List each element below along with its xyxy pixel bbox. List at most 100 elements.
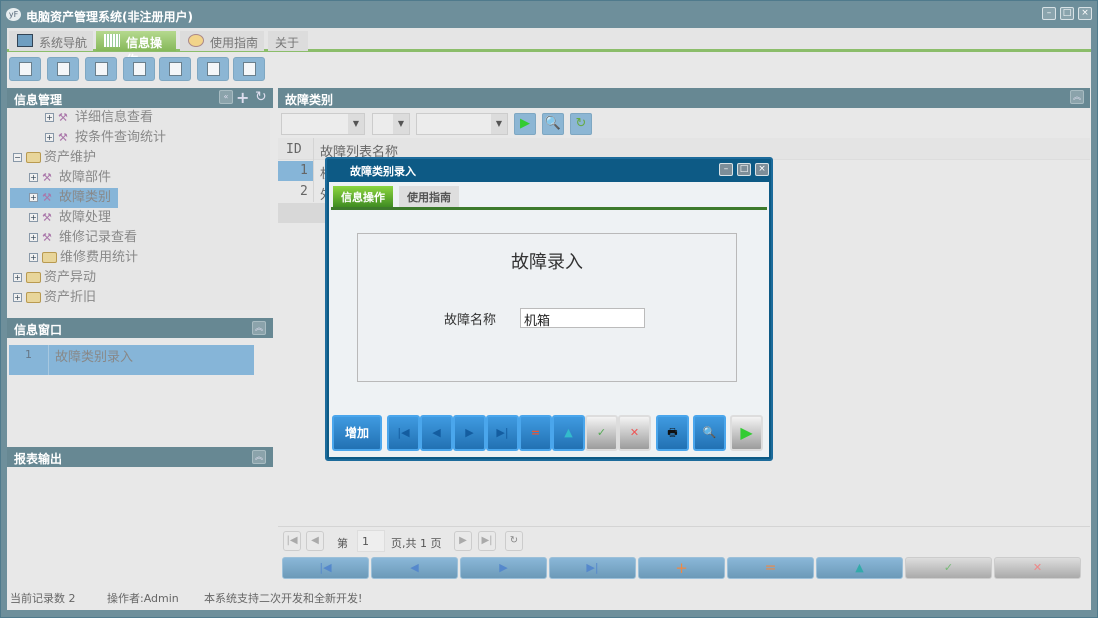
collapse-left-icon[interactable]: « bbox=[219, 90, 233, 104]
edit-record-button[interactable]: ▲ bbox=[816, 557, 903, 579]
first-page-button[interactable]: |◀ bbox=[283, 531, 301, 551]
dialog-tab-guide[interactable]: 使用指南 bbox=[399, 186, 459, 207]
refresh-page-button[interactable]: ↻ bbox=[505, 531, 523, 551]
run-icon[interactable]: ▶ bbox=[730, 415, 763, 451]
add-icon[interactable]: + bbox=[236, 88, 249, 107]
operator: 操作者:Admin bbox=[107, 590, 179, 606]
tab-label: 使用指南 bbox=[210, 36, 258, 50]
dialog-maximize-button[interactable]: □ bbox=[737, 163, 751, 176]
dialog-confirm-button[interactable]: ✓ bbox=[585, 415, 618, 451]
tab-about[interactable]: 关于 bbox=[268, 31, 308, 51]
screen-tool-button[interactable] bbox=[159, 57, 191, 81]
page-input[interactable]: 1 bbox=[357, 530, 385, 552]
dialog-delete-button[interactable]: = bbox=[519, 415, 552, 451]
confirm-button[interactable]: ✓ bbox=[905, 557, 992, 579]
refresh-button[interactable]: ↻ bbox=[570, 113, 592, 135]
preview-icon[interactable]: 🔍 bbox=[693, 415, 726, 451]
tree-folder[interactable]: +维修费用统计 bbox=[29, 248, 138, 268]
add-record-button[interactable]: + bbox=[638, 557, 725, 579]
prev-record-button[interactable]: ◀ bbox=[371, 557, 458, 579]
grid-icon bbox=[104, 34, 120, 47]
main-tabs: 系统导航 信息操作 使用指南 关于 bbox=[7, 28, 1091, 52]
next-page-button[interactable]: ▶ bbox=[454, 531, 472, 551]
next-record-button[interactable]: ▶ bbox=[460, 557, 547, 579]
row-number: 1 bbox=[25, 348, 32, 361]
chevron-down-icon: ▼ bbox=[393, 114, 409, 134]
collapse-icon[interactable]: ︽ bbox=[252, 321, 266, 335]
dialog-cancel-button[interactable]: ✕ bbox=[618, 415, 651, 451]
print-icon[interactable]: 🖶 bbox=[656, 415, 689, 451]
collapse-icon[interactable]: ︽ bbox=[1070, 90, 1084, 104]
status-bar: 当前记录数 2 操作者:Admin 本系统支持二次开发和全新开发! bbox=[7, 584, 1091, 608]
tree-item[interactable]: +⚒详细信息查看 bbox=[45, 108, 153, 128]
tree-item[interactable]: +⚒维修记录查看 bbox=[29, 228, 137, 248]
dialog-first-button[interactable]: |◀ bbox=[387, 415, 420, 451]
dialog-edit-button[interactable]: ▲ bbox=[552, 415, 585, 451]
dialog-prev-button[interactable]: ◀ bbox=[420, 415, 453, 451]
column-id[interactable]: ID bbox=[286, 142, 302, 157]
folder-icon bbox=[26, 272, 41, 283]
tree-folder[interactable]: +资产异动 bbox=[13, 268, 96, 288]
search-button[interactable]: 🔍 bbox=[542, 113, 564, 135]
tool-icon: ⚒ bbox=[58, 112, 72, 124]
info-window-row[interactable]: 1 故障类别录入 bbox=[9, 345, 254, 375]
app-logo-icon: yF bbox=[6, 8, 21, 21]
cancel-button[interactable]: ✕ bbox=[994, 557, 1081, 579]
search-tool-button[interactable] bbox=[9, 57, 41, 81]
prev-page-button[interactable]: ◀ bbox=[306, 531, 324, 551]
tree-label: 按条件查询统计 bbox=[75, 130, 166, 145]
tree-item[interactable]: +⚒故障处理 bbox=[29, 208, 111, 228]
last-page-button[interactable]: ▶| bbox=[478, 531, 496, 551]
tool-icon: ⚒ bbox=[42, 172, 56, 184]
tree-label: 维修记录查看 bbox=[59, 230, 137, 245]
dialog-close-button[interactable]: × bbox=[755, 163, 769, 176]
dialog-tab-info-ops[interactable]: 信息操作 bbox=[333, 186, 393, 207]
tree-label: 资产异动 bbox=[44, 270, 96, 285]
fault-name-input[interactable]: 机箱 bbox=[520, 308, 645, 328]
tree-folder[interactable]: +资产折旧 bbox=[13, 288, 96, 308]
folder-icon bbox=[42, 252, 57, 263]
collapse-icon[interactable]: ︽ bbox=[252, 450, 266, 464]
row-id: 1 bbox=[300, 163, 308, 178]
tree-label: 详细信息查看 bbox=[75, 110, 153, 125]
filter-value-select[interactable]: ▼ bbox=[416, 113, 508, 135]
document-tool-button[interactable] bbox=[85, 57, 117, 81]
dialog-next-button[interactable]: ▶ bbox=[453, 415, 486, 451]
dialog-minimize-button[interactable]: – bbox=[719, 163, 733, 176]
tab-guide[interactable]: 使用指南 bbox=[180, 31, 264, 51]
dialog-last-button[interactable]: ▶| bbox=[486, 415, 519, 451]
delete-record-button[interactable]: = bbox=[727, 557, 814, 579]
media-tool-button[interactable] bbox=[233, 57, 265, 81]
filter-field-select[interactable]: ▼ bbox=[281, 113, 365, 135]
row-id: 2 bbox=[300, 184, 308, 199]
user-tool-button[interactable] bbox=[123, 57, 155, 81]
first-record-button[interactable]: |◀ bbox=[282, 557, 369, 579]
tree-item[interactable]: +⚒按条件查询统计 bbox=[45, 128, 166, 148]
tab-system-nav[interactable]: 系统导航 bbox=[9, 31, 93, 51]
tab-label: 系统导航 bbox=[39, 36, 87, 50]
chevron-down-icon: ▼ bbox=[491, 114, 507, 134]
last-record-button[interactable]: ▶| bbox=[549, 557, 636, 579]
tool-icon: ⚒ bbox=[42, 192, 56, 204]
close-button[interactable]: × bbox=[1078, 7, 1092, 20]
minimize-button[interactable]: – bbox=[1042, 7, 1056, 20]
report-output-title: 报表输出 bbox=[7, 447, 273, 467]
dialog-add-button[interactable]: 增加 bbox=[332, 415, 382, 451]
record-count: 当前记录数 2 bbox=[10, 590, 76, 606]
tree-label: 资产维护 bbox=[44, 150, 96, 165]
tree-label: 资产折旧 bbox=[44, 290, 96, 305]
refresh-icon[interactable]: ↻ bbox=[255, 89, 267, 105]
tree-item[interactable]: +⚒故障部件 bbox=[29, 168, 111, 188]
tab-info-ops[interactable]: 信息操作 bbox=[96, 31, 176, 51]
filter-operator-select[interactable]: ▼ bbox=[372, 113, 410, 135]
tree-item-selected[interactable]: +⚒故障类别 bbox=[10, 188, 118, 208]
add-window-tool-button[interactable] bbox=[197, 57, 229, 81]
form-title: 故障录入 bbox=[357, 248, 737, 274]
tree-folder[interactable]: −资产维护 bbox=[13, 148, 96, 168]
tree-label: 维修费用统计 bbox=[60, 250, 138, 265]
list-tool-button[interactable] bbox=[47, 57, 79, 81]
row-label: 故障类别录入 bbox=[55, 346, 133, 365]
run-query-button[interactable]: ▶ bbox=[514, 113, 536, 135]
tree-label: 故障处理 bbox=[59, 210, 111, 225]
maximize-button[interactable]: □ bbox=[1060, 7, 1074, 20]
